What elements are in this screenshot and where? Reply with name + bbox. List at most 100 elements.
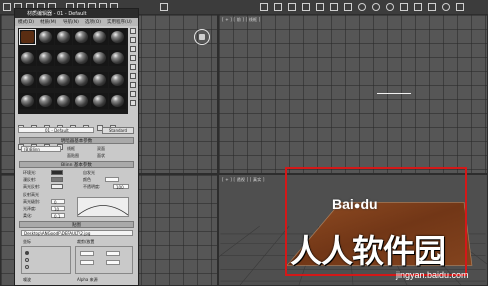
opacity-spinner[interactable]: 100: [113, 184, 129, 190]
radio-icon[interactable]: [25, 251, 29, 255]
rollout-blinn-basic[interactable]: Blinn 基本参数: [19, 161, 134, 168]
self-illum-label: 自发光: [83, 170, 95, 175]
bitmap-path-field[interactable]: Desktop\ANGoodF\DEFAULT\2.jpg: [21, 230, 133, 236]
help-icon[interactable]: [442, 3, 450, 11]
material-slot[interactable]: [19, 71, 36, 88]
mirror-icon[interactable]: [288, 3, 296, 11]
background-icon[interactable]: [130, 46, 136, 52]
sample-side-toolbar: [130, 28, 138, 118]
specular-label: 高光反射:: [23, 184, 41, 189]
option-wireframe[interactable]: 线框: [67, 146, 75, 152]
video-check-icon[interactable]: [130, 64, 136, 70]
material-type-button[interactable]: Standard: [102, 127, 134, 134]
render-setup-icon[interactable]: [372, 3, 380, 11]
material-slot[interactable]: [91, 92, 108, 109]
material-slot[interactable]: [91, 71, 108, 88]
rollout-shader-basic[interactable]: 明暗器基本参数: [19, 137, 134, 144]
viewport-front[interactable]: [ + ] [ 前 ] [ 线框 ]: [218, 14, 488, 174]
undo-icon[interactable]: [3, 3, 11, 11]
material-sample-slots: [18, 28, 128, 114]
material-slot[interactable]: [19, 92, 36, 109]
crop-w-spinner[interactable]: [106, 251, 120, 256]
material-slot[interactable]: [37, 92, 54, 109]
menu-utilities[interactable]: 实用程序(U): [107, 19, 132, 25]
material-slot[interactable]: [91, 50, 108, 67]
align-icon[interactable]: [302, 3, 310, 11]
menu-navigation[interactable]: 导航(N): [63, 19, 79, 25]
material-slot-active[interactable]: [19, 29, 36, 45]
crop-h-spinner[interactable]: [106, 260, 120, 265]
viewport-label[interactable]: [ + ] [ 前 ] [ 线框 ]: [222, 17, 261, 23]
curve-editor-icon[interactable]: [330, 3, 338, 11]
angle-snap-icon[interactable]: [260, 3, 268, 11]
uv-tiling-icon[interactable]: [130, 55, 136, 61]
material-slot[interactable]: [55, 92, 72, 109]
diffuse-color-swatch[interactable]: [51, 177, 63, 182]
viewport-label[interactable]: [ + ] [ 透视 ] [ 真实 ]: [222, 177, 265, 183]
options-icon[interactable]: [130, 82, 136, 88]
sphere-icon: [75, 73, 88, 86]
material-editor-icon[interactable]: [358, 3, 366, 11]
menu-mode[interactable]: 模式(D): [18, 19, 34, 25]
material-editor-window[interactable]: 材质编辑器 - 01 - Default 模式(D) 材质(M) 导航(N) 选…: [14, 8, 139, 286]
soften-spinner[interactable]: 0.1: [51, 213, 65, 219]
soften-label: 柔化:: [23, 213, 33, 218]
environment-icon[interactable]: [428, 3, 436, 11]
material-editor-titlebar[interactable]: 材质编辑器 - 01 - Default: [15, 9, 138, 18]
radio-icon[interactable]: [25, 265, 29, 269]
material-slot[interactable]: [55, 71, 72, 88]
material-slot[interactable]: [109, 50, 126, 67]
material-name-row: 01 - Default Standard: [18, 127, 136, 134]
layer-icon[interactable]: [316, 3, 324, 11]
material-slot[interactable]: [109, 71, 126, 88]
render-icon[interactable]: [386, 3, 394, 11]
material-preview: [21, 31, 34, 43]
glossiness-spinner[interactable]: 10: [51, 206, 65, 212]
sphere-icon: [75, 31, 88, 43]
sphere-icon: [39, 94, 52, 107]
render-frame-icon[interactable]: [414, 3, 422, 11]
material-slot[interactable]: [37, 29, 54, 45]
crop-v-spinner[interactable]: [80, 260, 94, 265]
material-slot[interactable]: [37, 50, 54, 67]
shader-dropdown[interactable]: (B)Blinn: [21, 146, 61, 152]
menu-material[interactable]: 材质(M): [40, 19, 56, 25]
spec-level-label: 高光级别:: [23, 199, 41, 204]
make-preview-icon[interactable]: [130, 73, 136, 79]
material-slot[interactable]: [91, 29, 108, 45]
option-faceted[interactable]: 面状: [97, 153, 105, 159]
sample-type-icon[interactable]: [130, 28, 136, 34]
material-slot[interactable]: [109, 29, 126, 45]
material-slot[interactable]: [73, 50, 90, 67]
material-slot[interactable]: [55, 50, 72, 67]
rollout-maps[interactable]: 贴图: [19, 221, 134, 228]
select-by-material-icon[interactable]: [130, 91, 136, 97]
viewport-grid: [219, 15, 487, 173]
material-slot[interactable]: [73, 29, 90, 45]
cropping-group: [75, 246, 133, 274]
material-name-field[interactable]: 01 - Default: [18, 127, 94, 133]
material-slot[interactable]: [109, 92, 126, 109]
material-slot[interactable]: [55, 29, 72, 45]
option-face-map[interactable]: 面贴图: [67, 153, 79, 159]
backlight-icon[interactable]: [130, 37, 136, 43]
menu-options[interactable]: 选项(O): [85, 19, 101, 25]
material-slot[interactable]: [73, 71, 90, 88]
material-navigator-icon[interactable]: [130, 100, 136, 106]
ambient-color-swatch[interactable]: [51, 170, 63, 175]
snap-icon[interactable]: [160, 3, 168, 11]
spec-level-spinner[interactable]: 0: [51, 199, 65, 205]
self-illum-spinner[interactable]: [105, 177, 119, 182]
percent-snap-icon[interactable]: [274, 3, 282, 11]
radio-icon[interactable]: [25, 258, 29, 262]
material-slot[interactable]: [19, 50, 36, 67]
crop-u-spinner[interactable]: [80, 251, 94, 256]
extra-tool-icon[interactable]: [456, 3, 464, 11]
teapot-icon[interactable]: [400, 3, 408, 11]
option-two-sided[interactable]: 双面: [97, 146, 105, 152]
material-slot[interactable]: [37, 71, 54, 88]
schematic-icon[interactable]: [344, 3, 352, 11]
material-slot[interactable]: [73, 92, 90, 109]
specular-color-swatch[interactable]: [51, 184, 63, 189]
object-gizmo-icon[interactable]: [194, 29, 210, 45]
